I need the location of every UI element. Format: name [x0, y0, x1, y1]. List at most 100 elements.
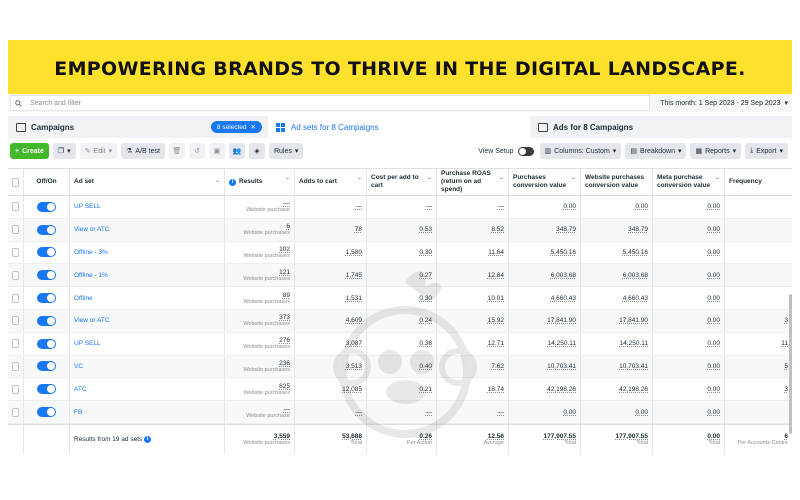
add-to-cart-value[interactable]: — — [356, 409, 363, 416]
table-row[interactable]: View or ATC 6 Website purchases 78 0.53 8.52 3… — [8, 218, 792, 242]
purchases-cv-value[interactable]: 17,841.90 — [547, 317, 576, 324]
undo-button[interactable]: ↺ — [188, 143, 205, 159]
delivery-toggle[interactable] — [37, 293, 56, 304]
row-checkbox[interactable] — [8, 218, 24, 241]
roas-value[interactable]: 12.84 — [488, 272, 504, 279]
ab-test-button[interactable]: ⚗ A/B test — [121, 143, 165, 159]
cost-per-atc-value[interactable]: 0.24 — [419, 317, 432, 324]
row-checkbox[interactable] — [8, 287, 24, 309]
columns-button[interactable]: ▥ Columns: Custom ▾ — [539, 143, 622, 159]
roas-value[interactable]: — — [498, 203, 505, 210]
tab-campaigns[interactable]: Campaigns 8 selected ✕ — [8, 116, 268, 138]
delivery-toggle[interactable] — [37, 315, 56, 326]
cost-per-atc-value[interactable]: — — [426, 409, 433, 416]
adset-name-link[interactable]: ATC — [74, 386, 87, 393]
delivery-toggle[interactable] — [37, 201, 56, 212]
frequency-value[interactable]: 11 — [781, 340, 788, 347]
add-to-cart-value[interactable]: 1,745 — [346, 272, 362, 279]
roas-value[interactable]: — — [498, 409, 505, 416]
col-purchases-cv[interactable]: Purchases conversion value ⌃ — [509, 169, 581, 195]
results-value[interactable]: 825 — [279, 383, 290, 390]
delivery-toggle[interactable] — [37, 361, 56, 372]
results-value[interactable]: 89 — [283, 292, 290, 299]
col-offon[interactable]: Off/On — [24, 169, 70, 195]
meta-pcv-value[interactable]: 0.00 — [707, 272, 720, 279]
adset-name-link[interactable]: UP SELL — [74, 340, 101, 347]
view-setup-toggle[interactable] — [517, 146, 534, 156]
cost-per-atc-value[interactable]: 0.40 — [419, 363, 432, 370]
delivery-toggle[interactable] — [37, 270, 56, 281]
meta-pcv-value[interactable]: 0.00 — [707, 226, 720, 233]
roas-value[interactable]: 16.74 — [488, 386, 504, 393]
edit-button[interactable]: ✎ Edit ▾ — [79, 143, 118, 159]
cost-per-atc-value[interactable]: 0.27 — [419, 272, 432, 279]
meta-pcv-value[interactable]: 0.00 — [707, 386, 720, 393]
delivery-toggle[interactable] — [37, 247, 56, 258]
table-row[interactable]: Offline - 1% 121 Website purchases 1,745 0.2… — [8, 264, 792, 288]
purchases-cv-value[interactable]: 5,450.16 — [551, 249, 576, 256]
adset-name-link[interactable]: Offline - 1% — [74, 272, 108, 279]
selected-badge[interactable]: 8 selected ✕ — [210, 121, 262, 133]
purchases-cv-value[interactable]: 0.00 — [563, 409, 576, 416]
adset-name-link[interactable]: Offline — [74, 295, 93, 302]
tab-adsets[interactable]: Ad sets for 8 Campaigns — [268, 116, 530, 138]
website-pcv-value[interactable]: 14,250.11 — [620, 340, 648, 347]
adset-name-link[interactable]: View or ATC — [74, 317, 110, 324]
cost-per-atc-value[interactable]: 0.36 — [419, 340, 432, 347]
delivery-toggle[interactable] — [37, 384, 56, 395]
cost-per-atc-value[interactable]: 0.30 — [419, 295, 432, 302]
meta-pcv-value[interactable]: 0.00 — [707, 295, 720, 302]
roas-value[interactable]: 15.92 — [488, 317, 504, 324]
website-pcv-value[interactable]: 348.79 — [628, 226, 648, 233]
add-to-cart-value[interactable]: 1,531 — [346, 295, 362, 302]
purchases-cv-value[interactable]: 14,250.11 — [548, 340, 576, 347]
table-row[interactable]: VC 236 Website purchases 3,513 0.40 7.62 10,70… — [8, 355, 792, 379]
col-add-to-cart[interactable]: Adds to cart ⌃ — [295, 169, 367, 195]
table-row[interactable]: Offline 89 Website purchases 1,531 0.30 10.01… — [8, 287, 792, 310]
table-row[interactable]: ATC 825 Website purchases 12,085 0.21 16.74 42… — [8, 378, 792, 402]
add-to-cart-value[interactable]: 3,087 — [346, 340, 362, 347]
adset-name-link[interactable]: VC — [74, 363, 83, 370]
website-pcv-value[interactable]: 4,660.43 — [623, 295, 648, 302]
tab-ads[interactable]: Ads for 8 Campaigns — [530, 116, 792, 138]
adset-name-link[interactable]: Offline - 3% — [74, 249, 108, 256]
delivery-toggle[interactable] — [37, 224, 56, 235]
website-pcv-value[interactable]: 42,198.26 — [619, 386, 648, 393]
results-value[interactable]: — — [284, 406, 291, 413]
results-value[interactable]: 102 — [279, 246, 290, 253]
preview-button[interactable]: ◈ — [248, 143, 265, 159]
website-pcv-value[interactable]: 5,450.16 — [623, 249, 648, 256]
search-input[interactable]: Search and filter — [10, 95, 650, 111]
results-value[interactable]: — — [284, 200, 291, 207]
archive-button[interactable]: ▣ — [208, 143, 225, 159]
col-adset[interactable]: Ad set ⌄ — [70, 169, 225, 195]
adset-name-link[interactable]: FB — [74, 409, 82, 416]
meta-pcv-value[interactable]: 0.00 — [707, 203, 720, 210]
website-pcv-value[interactable]: 10,703.41 — [619, 363, 648, 370]
row-checkbox[interactable] — [8, 241, 24, 264]
col-meta-pcv[interactable]: Meta purchase conversion value ⌃ — [653, 169, 725, 195]
add-to-cart-value[interactable]: 78 — [355, 226, 362, 233]
cost-per-atc-value[interactable]: 0.21 — [419, 386, 432, 393]
add-to-cart-value[interactable]: 1,580 — [346, 249, 362, 256]
table-row[interactable]: UP SELL — Website purchase — — —0.00 0.00 0.00 — [8, 196, 792, 219]
table-row[interactable]: FB — Website purchase — — —0.00 0.00 0.00 — [8, 401, 792, 424]
duplicate-button[interactable]: ❐ ▾ — [52, 143, 76, 159]
website-pcv-value[interactable]: 17,841.90 — [619, 317, 648, 324]
cost-per-atc-value[interactable]: 0.53 — [419, 226, 432, 233]
row-checkbox[interactable] — [8, 401, 24, 423]
roas-value[interactable]: 11.64 — [488, 249, 504, 256]
results-value[interactable]: 373 — [279, 314, 290, 321]
results-value[interactable]: 236 — [279, 360, 290, 367]
meta-pcv-value[interactable]: 0.00 — [707, 340, 720, 347]
frequency-value[interactable]: 3 — [784, 386, 788, 393]
row-checkbox[interactable] — [8, 264, 24, 287]
roas-value[interactable]: 10.01 — [488, 295, 504, 302]
col-roas[interactable]: Purchase ROAS (return on ad spend) ⌃ — [437, 169, 509, 195]
delivery-toggle[interactable] — [37, 407, 56, 418]
roas-value[interactable]: 7.62 — [491, 363, 504, 370]
cost-per-atc-value[interactable]: 0.30 — [419, 249, 432, 256]
meta-pcv-value[interactable]: 0.00 — [707, 409, 720, 416]
add-to-cart-value[interactable]: 12,085 — [342, 386, 362, 393]
col-website-pcv[interactable]: Website purchases conversion value — [581, 169, 653, 195]
